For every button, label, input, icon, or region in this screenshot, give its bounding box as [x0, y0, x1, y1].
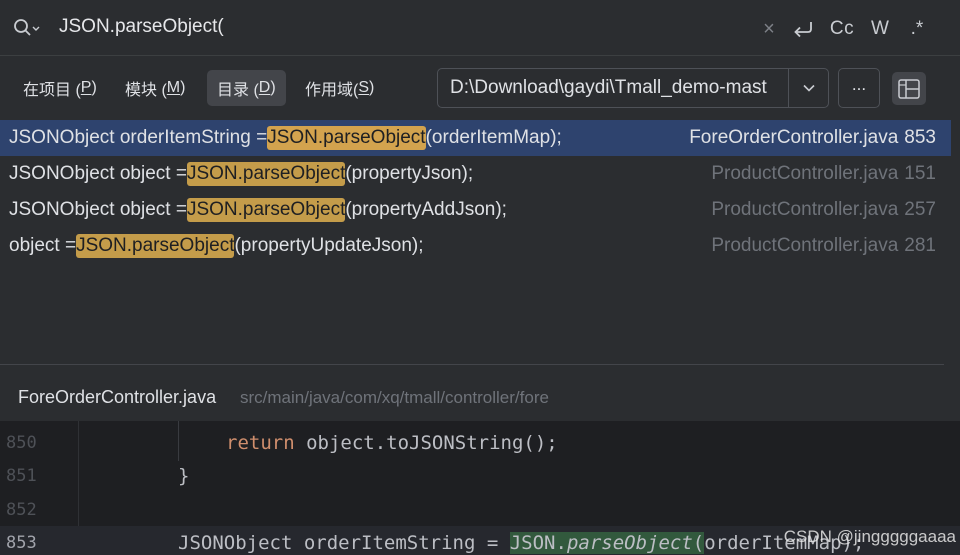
code-rest: object.toJSONString(); — [294, 431, 558, 454]
results-list: JSONObject orderItemString = JSON.parseO… — [0, 120, 960, 364]
result-row[interactable]: JSONObject object = JSON.parseObject (pro… — [0, 156, 951, 192]
preview-header: ForeOrderController.java src/main/java/c… — [0, 365, 960, 421]
result-code: object = JSON.parseObject (propertyUpdate… — [9, 228, 424, 264]
code-text: } — [178, 464, 190, 487]
regex-button[interactable]: .* — [898, 14, 936, 44]
result-line: 257 — [904, 199, 936, 220]
tab-mnemonic: S — [358, 79, 370, 96]
tab-suffix: ) — [369, 79, 375, 96]
code-match-paren: ( — [692, 531, 705, 554]
search-input[interactable]: JSON.parseObject( — [59, 16, 224, 38]
code-text: JSONObject orderItemString = JSON.parseO… — [178, 531, 864, 554]
tab-label: 在项目 ( — [23, 82, 81, 99]
search-options: × Cc W .* — [754, 14, 936, 44]
search-icon[interactable] — [13, 18, 41, 40]
whole-word-button[interactable]: W — [862, 14, 898, 44]
newline-icon[interactable] — [784, 14, 822, 44]
result-location: ProductController.java 151 — [711, 156, 936, 192]
result-code: JSONObject orderItemString = JSON.parseO… — [9, 120, 562, 156]
result-post: (orderItemMap); — [425, 127, 562, 148]
tab-module[interactable]: 模块 (M) — [115, 70, 195, 106]
code-match-prefix: JSON. — [509, 531, 567, 554]
scope-row: 在项目 (P) 模块 (M) 目录 (D) 作用域(S) D:\Download… — [0, 57, 960, 119]
result-post: (propertyAddJson); — [345, 199, 507, 220]
search-bar: JSON.parseObject( × Cc W .* — [0, 0, 960, 56]
tab-scope[interactable]: 作用域(S) — [295, 70, 384, 106]
result-row[interactable]: JSONObject object = JSON.parseObject (pro… — [0, 192, 951, 228]
result-location: ProductController.java 281 — [711, 228, 936, 264]
tab-in-project[interactable]: 在项目 (P) — [13, 70, 107, 106]
code-match-method: parseObject — [566, 531, 693, 554]
result-post: (propertyUpdateJson); — [234, 235, 424, 256]
result-match: JSON.parseObject — [186, 198, 346, 222]
preview-toggle-icon[interactable] — [892, 72, 926, 105]
result-code: JSONObject object = JSON.parseObject (pro… — [9, 156, 473, 192]
result-match: JSON.parseObject — [76, 234, 235, 258]
line-number: 850 — [6, 432, 37, 453]
result-post: (propertyJson); — [345, 163, 474, 184]
code-text: return object.toJSONString(); — [226, 432, 558, 454]
tab-suffix: ) — [180, 79, 186, 96]
code-match: JSON.parseObject( — [509, 531, 705, 554]
result-code: JSONObject object = JSON.parseObject (pro… — [9, 192, 507, 228]
result-location: ProductController.java 257 — [711, 192, 936, 228]
result-file: ProductController.java — [711, 199, 899, 220]
line-number: 853 — [6, 532, 37, 553]
line-number: 851 — [6, 465, 37, 486]
code-pre: JSONObject orderItemString = — [178, 531, 510, 554]
match-case-button[interactable]: Cc — [822, 14, 862, 44]
code-keyword: return — [226, 431, 295, 454]
result-file: ProductController.java — [711, 163, 899, 184]
directory-input[interactable]: D:\Download\gaydi\Tmall_demo-mast — [437, 68, 789, 108]
result-pre: JSONObject object = — [9, 199, 187, 220]
tab-suffix: ) — [91, 79, 97, 96]
result-pre: object = — [9, 235, 77, 256]
result-pre: JSONObject object = — [9, 163, 187, 184]
result-file: ProductController.java — [711, 235, 899, 256]
tab-mnemonic: M — [166, 79, 181, 96]
code-line: 850 return object.toJSONString(); — [0, 426, 960, 459]
clear-icon[interactable]: × — [754, 14, 784, 44]
tab-label: 作用域( — [305, 82, 359, 99]
result-file: ForeOrderController.java — [689, 127, 899, 148]
result-pre: JSONObject orderItemString = — [9, 127, 268, 148]
chevron-down-icon[interactable] — [788, 68, 829, 108]
result-line: 281 — [904, 235, 936, 256]
result-line: 151 — [904, 163, 936, 184]
watermark: CSDN @jingggggaaaa — [783, 527, 956, 546]
tab-label: 目录 ( — [217, 82, 259, 99]
result-location: ForeOrderController.java 853 — [689, 120, 936, 156]
result-match: JSON.parseObject — [186, 162, 346, 186]
preview-file-name: ForeOrderController.java — [18, 387, 217, 407]
tab-directory[interactable]: 目录 (D) — [207, 70, 286, 106]
code-line: 852 — [0, 493, 960, 526]
browse-button[interactable]: ... — [838, 68, 880, 108]
preview-file-path: src/main/java/com/xq/tmall/controller/fo… — [240, 388, 549, 407]
tab-mnemonic: D — [258, 79, 271, 96]
result-row[interactable]: JSONObject orderItemString = JSON.parseO… — [0, 120, 951, 156]
result-row[interactable]: object = JSON.parseObject (propertyUpdate… — [0, 228, 951, 264]
result-match: JSON.parseObject — [267, 126, 426, 150]
code-preview[interactable]: 850 return object.toJSONString(); 851 } … — [0, 421, 960, 555]
result-line: 853 — [904, 127, 936, 148]
tab-mnemonic: P — [80, 79, 92, 96]
tab-label: 模块 ( — [125, 82, 167, 99]
tab-suffix: ) — [270, 79, 276, 96]
code-line: 851 } — [0, 459, 960, 492]
line-number: 852 — [6, 499, 37, 520]
